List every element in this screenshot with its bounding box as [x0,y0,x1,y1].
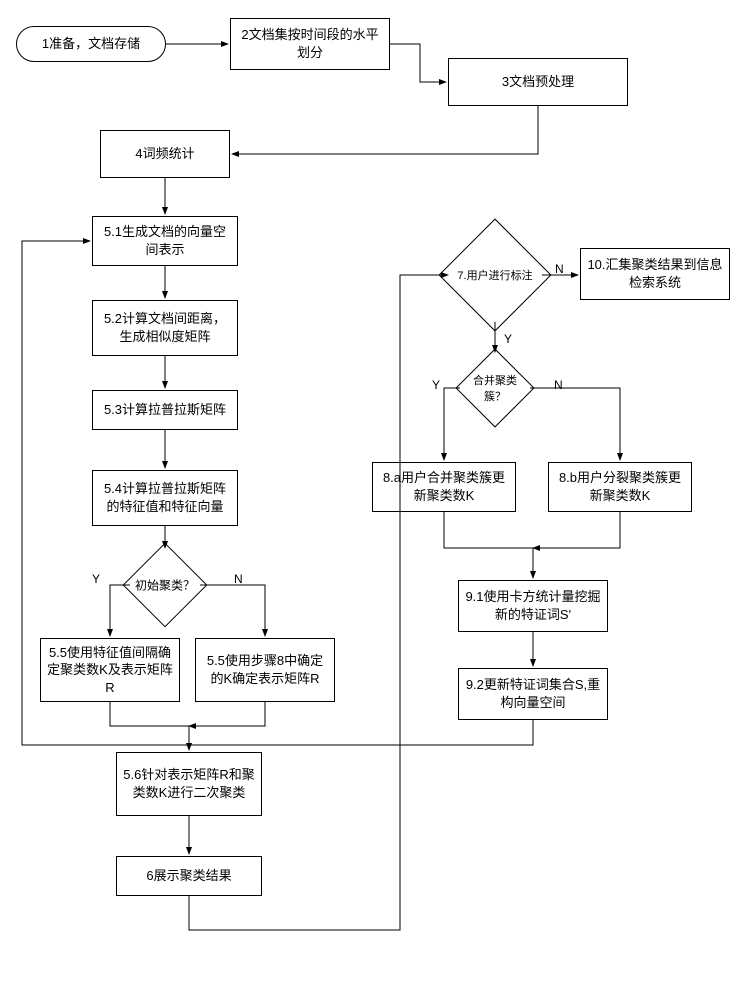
node-9-2-update-features: 9.2更新特证词集合S,重构向量空间 [458,668,608,720]
node-3-preprocess: 3文档预处理 [448,58,628,106]
node-5-5a-eigen-gap: 5.5使用特征值间隔确定聚类数K及表示矩阵R [40,638,180,702]
node-1-prepare: 1准备，文档存储 [16,26,166,62]
decision-merge-cluster: 合并聚类簇？ [467,360,523,416]
node-5-2-distance: 5.2计算文档间距离，生成相似度矩阵 [92,300,238,356]
node-8a-user-merge: 8.a用户合并聚类簇更新聚类数K [372,462,516,512]
label-init-y: Y [90,572,102,586]
node-5-5b-use-step8-k: 5.5使用步骤8中确定的K确定表示矩阵R [195,638,335,702]
label-init-n: N [232,572,245,586]
label-7-n: N [553,262,566,276]
decision-user-annotate: 7.用户进行标注 [455,235,535,315]
decision-merge-cluster-label: 合并聚类簇？ [465,372,525,404]
node-9-1-chi-square: 9.1使用卡方统计量挖掘新的特证词S' [458,580,608,632]
decision-initial-cluster-label: 初始聚类？ [135,577,195,594]
decision-initial-cluster: 初始聚类？ [135,555,195,615]
decision-user-annotate-label: 7.用户进行标注 [457,267,532,283]
node-10-collect-results: 10.汇集聚类结果到信息检索系统 [580,248,730,300]
node-6-show-results: 6展示聚类结果 [116,856,262,896]
node-5-6-second-cluster: 5.6针对表示矩阵R和聚类数K进行二次聚类 [116,752,262,816]
label-merge-y: Y [430,378,442,392]
label-merge-n: N [552,378,565,392]
node-5-4-eigen: 5.4计算拉普拉斯矩阵的特征值和特征向量 [92,470,238,526]
node-2-horizontal-split: 2文档集按时间段的水平划分 [230,18,390,70]
node-5-3-laplacian: 5.3计算拉普拉斯矩阵 [92,390,238,430]
label-7-y: Y [502,332,514,346]
node-4-word-freq: 4词频统计 [100,130,230,178]
node-5-1-vector-space: 5.1生成文档的向量空间表示 [92,216,238,266]
node-8b-user-split: 8.b用户分裂聚类簇更新聚类数K [548,462,692,512]
